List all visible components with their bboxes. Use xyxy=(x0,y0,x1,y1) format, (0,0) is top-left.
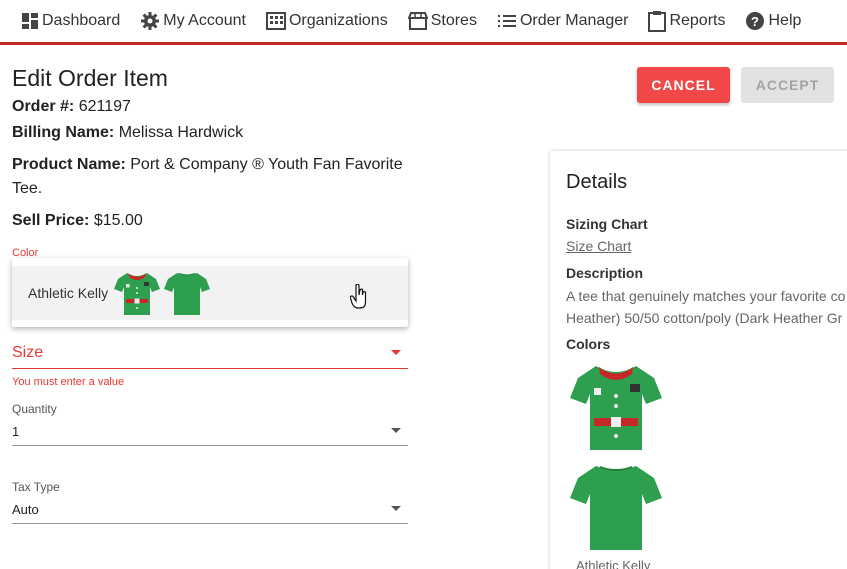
tax-type-select[interactable]: Tax Type Auto xyxy=(12,480,408,524)
order-number: Order #: 621197 xyxy=(12,95,131,119)
accept-button[interactable]: ACCEPT xyxy=(741,67,834,103)
details-title: Details xyxy=(566,171,628,193)
sell-price-label: Sell Price: xyxy=(12,212,90,229)
list-icon xyxy=(497,15,516,27)
color-option-athletic-kelly[interactable]: Athletic Kelly xyxy=(12,266,408,320)
nav-reports-label: Reports xyxy=(669,12,726,29)
size-select[interactable]: Size xyxy=(12,340,408,369)
tshirt-front-image xyxy=(114,273,161,315)
nav-stores[interactable]: Stores xyxy=(407,0,477,43)
product-name-label: Product Name: xyxy=(12,156,126,173)
cancel-button[interactable]: CANCEL xyxy=(637,67,730,103)
billing-name: Billing Name: Melissa Hardwick xyxy=(12,121,243,145)
colors-heading: Colors xyxy=(566,336,611,352)
nav-my-account[interactable]: My Account xyxy=(140,0,246,43)
description-heading: Description xyxy=(566,265,644,281)
size-chart-link[interactable]: Size Chart xyxy=(566,238,631,254)
nav-my-account-label: My Account xyxy=(163,12,246,29)
quantity-value: 1 xyxy=(12,424,20,439)
tshirt-back-image xyxy=(164,273,211,315)
nav-reports[interactable]: Reports xyxy=(648,0,725,43)
product-name: Product Name: Port & Company ® Youth Fan… xyxy=(12,153,412,201)
chevron-down-icon xyxy=(391,506,401,511)
quantity-select[interactable]: Quantity 1 xyxy=(12,402,408,446)
page-title: Edit Order Item xyxy=(12,65,168,91)
color-dropdown: Athletic Kelly xyxy=(12,258,408,327)
color-caption: Athletic Kelly xyxy=(576,558,651,569)
size-field-label: Size xyxy=(12,344,44,361)
nav-dashboard-label: Dashboard xyxy=(42,12,121,29)
svg-text:?: ? xyxy=(752,14,760,29)
nav-order-manager-label: Order Manager xyxy=(519,12,629,29)
billing-name-value: Melissa Hardwick xyxy=(118,124,244,141)
dashboard-icon xyxy=(22,13,38,29)
description-line-2: Heather) 50/50 cotton/poly (Dark Heather… xyxy=(566,310,843,326)
color-option-label: Athletic Kelly xyxy=(28,285,109,301)
store-icon xyxy=(407,12,428,30)
nav-organizations[interactable]: Organizations xyxy=(265,0,388,43)
sizing-chart-heading: Sizing Chart xyxy=(566,216,648,232)
sell-price: Sell Price: $15.00 xyxy=(12,209,143,233)
help-icon: ? xyxy=(746,12,765,30)
chevron-down-icon xyxy=(391,428,401,433)
nav-order-manager[interactable]: Order Manager xyxy=(497,0,629,43)
top-nav: Dashboard My Account Organizations Store… xyxy=(0,0,847,45)
order-number-value: 621197 xyxy=(78,98,131,115)
hand-cursor-icon xyxy=(350,284,367,309)
nav-dashboard[interactable]: Dashboard xyxy=(21,0,120,43)
order-number-label: Order #: xyxy=(12,98,75,115)
sell-price-value: $15.00 xyxy=(93,212,143,229)
nav-help-label: Help xyxy=(768,12,802,29)
details-panel: Details Sizing Chart Size Chart Descript… xyxy=(550,151,847,569)
quantity-field-label: Quantity xyxy=(12,402,57,416)
building-icon xyxy=(265,12,286,30)
nav-stores-label: Stores xyxy=(430,12,477,29)
nav-organizations-label: Organizations xyxy=(288,12,388,29)
tax-type-value: Auto xyxy=(12,502,39,517)
size-error-message: You must enter a value xyxy=(12,376,125,388)
tax-type-field-label: Tax Type xyxy=(12,480,60,494)
billing-name-label: Billing Name: xyxy=(12,124,115,141)
nav-help[interactable]: ? Help xyxy=(745,0,801,43)
chevron-down-icon xyxy=(391,350,401,355)
description-line-1: A tee that genuinely matches your favori… xyxy=(566,288,846,304)
gear-icon xyxy=(141,12,160,30)
tshirt-back-image xyxy=(570,466,662,550)
tshirt-front-image xyxy=(570,366,662,450)
clipboard-icon xyxy=(648,11,667,32)
